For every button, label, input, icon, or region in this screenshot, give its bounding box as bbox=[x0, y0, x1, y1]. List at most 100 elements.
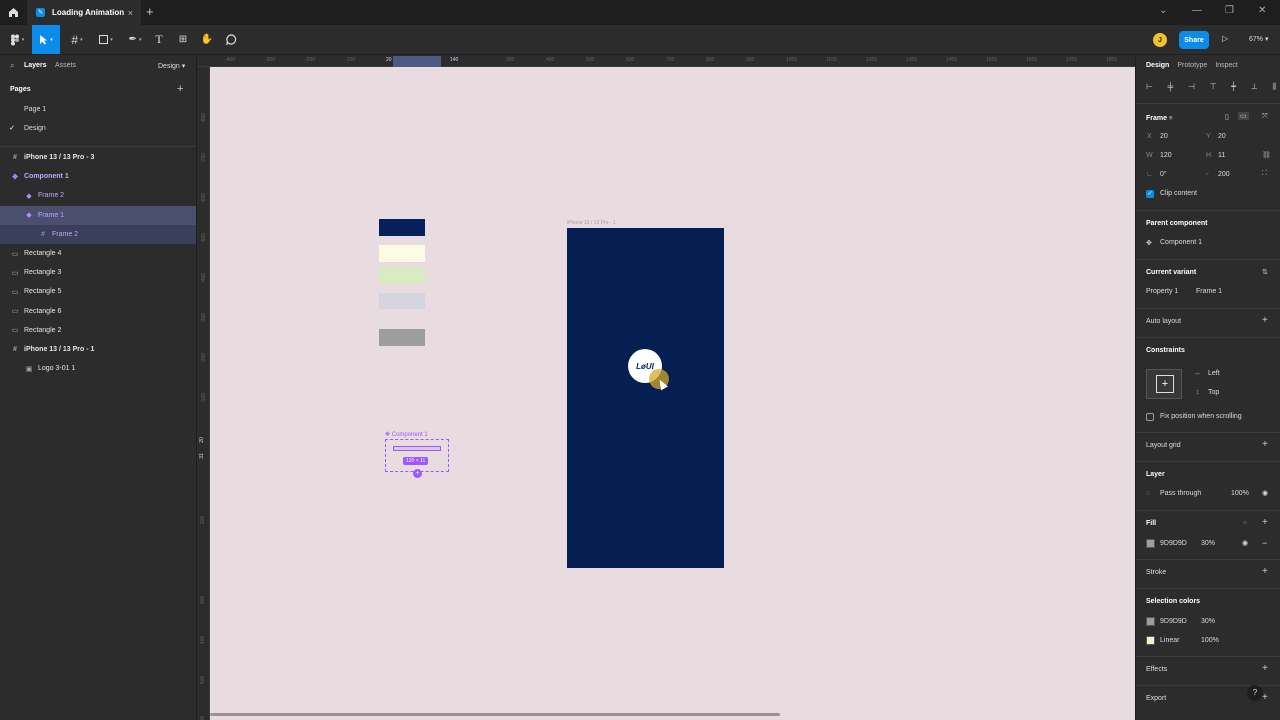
layer-row[interactable]: # iPhone 13 / 13 Pro - 3 bbox=[0, 148, 196, 167]
home-button[interactable] bbox=[0, 0, 26, 25]
constrain-proportions-icon[interactable]: ⛓ bbox=[1262, 151, 1271, 159]
add-variant-icon[interactable]: + bbox=[413, 469, 422, 478]
page-item[interactable]: Page 1 bbox=[0, 100, 196, 118]
horizontal-scrollbar[interactable] bbox=[210, 713, 780, 716]
tab-layers[interactable]: Layers bbox=[24, 62, 47, 69]
fill-styles-icon[interactable]: ⁘ bbox=[1242, 519, 1248, 527]
swatch-navy[interactable] bbox=[379, 219, 425, 236]
align-top-icon[interactable]: ⊤ bbox=[1210, 82, 1217, 92]
layer-visibility-icon[interactable]: ◉ bbox=[1262, 489, 1268, 497]
layer-row[interactable]: ▭ Rectangle 4 bbox=[0, 244, 196, 263]
distribute-icon[interactable]: ⫼ bbox=[1272, 82, 1276, 92]
selection-color-swatch[interactable] bbox=[1146, 636, 1155, 645]
portrait-icon[interactable]: ▯ bbox=[1225, 113, 1229, 121]
zoom-dropdown[interactable]: 67% ▾ bbox=[1249, 35, 1268, 43]
new-tab-button[interactable]: + bbox=[146, 4, 154, 19]
landscape-icon[interactable]: ▭ bbox=[1238, 112, 1249, 120]
independent-corners-icon[interactable]: ⛶ bbox=[1262, 170, 1267, 178]
swatch-gray[interactable] bbox=[379, 329, 425, 346]
file-tab[interactable]: ✎ Loading Animation × bbox=[27, 0, 141, 25]
present-play-icon[interactable]: ▷ bbox=[1222, 34, 1228, 43]
phone-frame-label[interactable]: iPhone 13 / 13 Pro - 1 bbox=[567, 220, 616, 226]
fill-visibility-icon[interactable]: ◉ bbox=[1242, 539, 1248, 547]
align-left-icon[interactable]: ⊢ bbox=[1146, 82, 1153, 92]
layer-row[interactable]: # iPhone 13 / 13 Pro - 1 bbox=[0, 340, 196, 359]
selection-color-label[interactable]: 9D9D9D bbox=[1160, 618, 1187, 625]
main-menu-button[interactable]: ▾ bbox=[4, 25, 30, 54]
tab-assets[interactable]: Assets bbox=[55, 62, 76, 69]
fill-hex-input[interactable]: 9D9D9D bbox=[1160, 540, 1187, 547]
corner-radius-input[interactable]: 200 bbox=[1218, 171, 1230, 178]
layer-row[interactable]: ▭ Rectangle 6 bbox=[0, 302, 196, 321]
selection-color-opacity[interactable]: 30% bbox=[1201, 618, 1215, 625]
design-canvas[interactable]: iPhone 13 / 13 Pro - 1 LøUI ✥ Component … bbox=[210, 67, 1135, 720]
add-layout-grid-icon[interactable]: + bbox=[1262, 439, 1268, 450]
frame-tool-button[interactable]: # ▾ bbox=[64, 25, 90, 54]
layer-row[interactable]: ▣ Logo 3-01 1 bbox=[0, 359, 196, 378]
constraints-widget[interactable]: + bbox=[1146, 369, 1182, 399]
layer-row[interactable]: ◆ Frame 2 bbox=[0, 186, 196, 205]
move-tool-button[interactable]: ▾ bbox=[32, 25, 60, 54]
vertical-constraint-select[interactable]: Top bbox=[1208, 389, 1219, 396]
align-bottom-icon[interactable]: ⊥ bbox=[1251, 82, 1258, 92]
tab-design[interactable]: Design bbox=[1146, 62, 1169, 69]
close-window-icon[interactable]: ✕ bbox=[1258, 5, 1266, 16]
share-button[interactable]: Share bbox=[1179, 31, 1209, 49]
component-set-box[interactable]: 120 × 11 + bbox=[385, 439, 449, 478]
height-input[interactable]: 11 bbox=[1218, 152, 1225, 159]
layer-row[interactable]: ▭ Rectangle 2 bbox=[0, 321, 196, 340]
help-button[interactable]: ? bbox=[1247, 685, 1263, 701]
minimize-icon[interactable]: — bbox=[1192, 5, 1202, 16]
align-right-icon[interactable]: ⊣ bbox=[1188, 82, 1195, 92]
selection-color-swatch[interactable] bbox=[1146, 617, 1155, 626]
align-center-h-icon[interactable]: ╪ bbox=[1168, 82, 1174, 92]
add-fill-icon[interactable]: + bbox=[1262, 517, 1268, 528]
dropdown-window-icon[interactable]: ⌄ bbox=[1159, 5, 1167, 16]
layer-row[interactable]: ✥ Component 1 bbox=[0, 167, 196, 186]
rotation-input[interactable]: 0° bbox=[1160, 171, 1167, 178]
resize-to-fit-icon[interactable]: ⤧ bbox=[1262, 113, 1268, 121]
close-tab-icon[interactable]: × bbox=[128, 8, 133, 18]
variant-property-select[interactable]: Frame 1 bbox=[1196, 288, 1222, 295]
phone-frame[interactable]: LøUI bbox=[567, 228, 724, 568]
selection-color-label[interactable]: Linear bbox=[1160, 637, 1179, 644]
clip-content-checkbox[interactable]: ✓ bbox=[1146, 190, 1154, 198]
add-page-icon[interactable]: + bbox=[177, 83, 183, 95]
fill-opacity-input[interactable]: 30% bbox=[1201, 540, 1215, 547]
align-middle-v-icon[interactable]: ┿ bbox=[1231, 82, 1236, 92]
component-label[interactable]: ✥ Component 1 bbox=[385, 431, 428, 438]
design-dropdown[interactable]: Design ▾ bbox=[158, 62, 185, 70]
layer-row[interactable]: # Frame 2 bbox=[0, 224, 196, 244]
selection-color-opacity[interactable]: 100% bbox=[1201, 637, 1219, 644]
parent-component-link[interactable]: Component 1 bbox=[1160, 239, 1202, 246]
search-icon[interactable]: ⌕ bbox=[10, 61, 14, 71]
page-item[interactable]: ✓ Design bbox=[0, 119, 196, 137]
swatch-lightgreen[interactable] bbox=[379, 267, 425, 284]
add-stroke-icon[interactable]: + bbox=[1262, 566, 1268, 577]
width-input[interactable]: 120 bbox=[1160, 152, 1172, 159]
tab-prototype[interactable]: Prototype bbox=[1177, 62, 1207, 69]
layer-row[interactable]: ▭ Rectangle 3 bbox=[0, 263, 196, 282]
add-auto-layout-icon[interactable]: + bbox=[1262, 315, 1268, 326]
fix-position-checkbox[interactable] bbox=[1146, 413, 1154, 421]
variant-settings-icon[interactable]: ⇅ bbox=[1262, 268, 1268, 276]
layer-row[interactable]: ◆ Frame 1 bbox=[0, 205, 196, 225]
pen-tool-button[interactable]: ✒ ▾ bbox=[122, 25, 148, 54]
y-input[interactable]: 20 bbox=[1218, 133, 1226, 140]
swatch-lavender[interactable] bbox=[379, 293, 425, 309]
add-effect-icon[interactable]: + bbox=[1262, 663, 1268, 674]
selected-frame-1[interactable] bbox=[393, 446, 441, 451]
swatch-cream[interactable] bbox=[379, 245, 425, 262]
remove-fill-icon[interactable]: − bbox=[1262, 538, 1267, 548]
tab-inspect[interactable]: Inspect bbox=[1215, 62, 1238, 69]
frame-section-title[interactable]: Frame ▾ bbox=[1146, 114, 1172, 122]
x-input[interactable]: 20 bbox=[1160, 133, 1168, 140]
resources-button[interactable]: ⊞ bbox=[174, 25, 192, 54]
layer-opacity-input[interactable]: 100% bbox=[1231, 490, 1249, 497]
fill-color-swatch[interactable] bbox=[1146, 539, 1155, 548]
hand-tool-button[interactable]: ✋ bbox=[198, 25, 216, 54]
comment-tool-button[interactable] bbox=[222, 25, 240, 54]
blend-mode-select[interactable]: Pass through bbox=[1160, 490, 1201, 497]
horizontal-constraint-select[interactable]: Left bbox=[1208, 370, 1220, 377]
user-avatar[interactable]: J bbox=[1153, 33, 1167, 47]
